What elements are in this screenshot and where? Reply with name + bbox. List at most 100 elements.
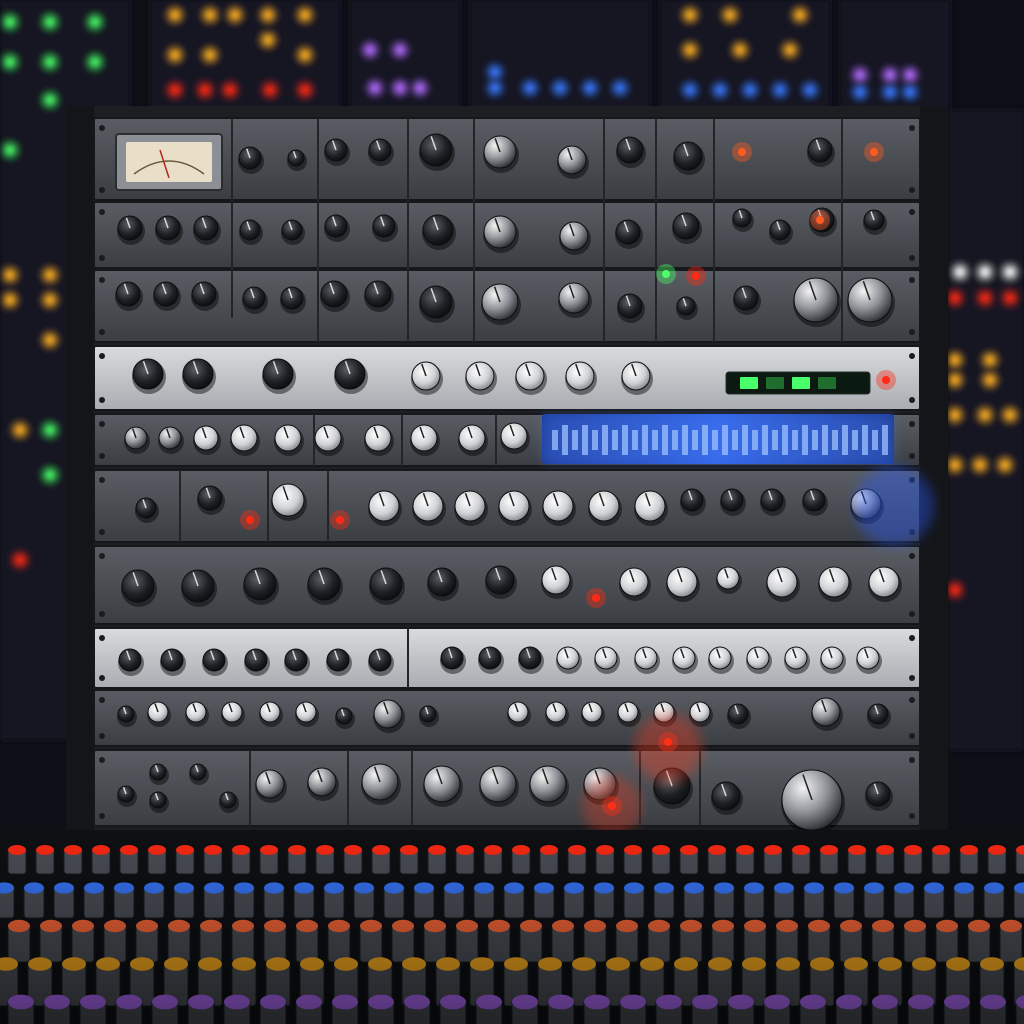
blue-display-bar bbox=[792, 430, 798, 450]
background-led-47 bbox=[906, 88, 914, 96]
background-led-70 bbox=[981, 411, 989, 419]
blue-display-bar bbox=[692, 430, 698, 450]
background-rack-7 bbox=[948, 110, 1024, 750]
background-led-53 bbox=[46, 296, 54, 304]
rack-screw bbox=[99, 697, 105, 703]
rack-module-5 bbox=[93, 469, 921, 543]
rack-module-8 bbox=[93, 689, 921, 747]
background-led-3 bbox=[6, 58, 14, 66]
background-led-74 bbox=[1001, 461, 1009, 469]
background-led-34 bbox=[686, 46, 694, 54]
rack-screw bbox=[909, 255, 915, 261]
rack-side-right bbox=[920, 106, 948, 834]
rack-screw bbox=[99, 277, 105, 283]
rack-screw bbox=[99, 675, 105, 681]
background-led-9 bbox=[264, 11, 272, 19]
rack-screw bbox=[99, 635, 105, 641]
studio-scene bbox=[0, 0, 1024, 1024]
vu-meter bbox=[115, 133, 223, 191]
blue-display-bar bbox=[582, 425, 588, 455]
rack-screw bbox=[909, 125, 915, 131]
rack-screw bbox=[99, 611, 105, 617]
blue-display-bar bbox=[702, 425, 708, 455]
background-led-48 bbox=[6, 146, 14, 154]
rack-screw bbox=[99, 125, 105, 131]
rack-screw bbox=[909, 757, 915, 763]
rack-screw bbox=[99, 255, 105, 261]
background-led-11 bbox=[171, 51, 179, 59]
rack-screw bbox=[909, 421, 915, 427]
background-led-21 bbox=[396, 46, 404, 54]
rack-screw bbox=[99, 453, 105, 459]
background-led-44 bbox=[906, 71, 914, 79]
rack-screw bbox=[909, 277, 915, 283]
rack-screw bbox=[99, 757, 105, 763]
background-led-28 bbox=[586, 84, 594, 92]
status-led-8 bbox=[816, 216, 824, 224]
blue-display-bar bbox=[552, 430, 558, 450]
blue-display-bar bbox=[642, 425, 648, 455]
background-led-50 bbox=[6, 271, 14, 279]
blue-display-bar bbox=[752, 430, 758, 450]
blue-display-bar bbox=[782, 425, 788, 455]
blue-display-bar bbox=[732, 430, 738, 450]
rack-screw bbox=[99, 553, 105, 559]
background-led-20 bbox=[366, 46, 374, 54]
blue-display-bar bbox=[602, 425, 608, 455]
background-led-5 bbox=[91, 58, 99, 66]
blue-display-bar bbox=[742, 425, 748, 455]
background-led-40 bbox=[776, 86, 784, 94]
status-led-0 bbox=[336, 516, 344, 524]
blue-display-bar bbox=[572, 430, 578, 450]
background-led-56 bbox=[46, 426, 54, 434]
rack-screw bbox=[909, 733, 915, 739]
background-led-10 bbox=[301, 11, 309, 19]
blue-display-bar bbox=[832, 430, 838, 450]
rack-module-2 bbox=[93, 269, 921, 343]
background-led-16 bbox=[201, 86, 209, 94]
rack-screw bbox=[99, 529, 105, 535]
blue-display-bar bbox=[862, 425, 868, 455]
rack-screw bbox=[909, 209, 915, 215]
status-led-6 bbox=[738, 148, 746, 156]
blue-display-bar bbox=[632, 430, 638, 450]
blue-display-bar bbox=[722, 425, 728, 455]
blue-display-bar bbox=[662, 425, 668, 455]
blue-tube-display bbox=[542, 414, 894, 464]
blue-display-bar bbox=[592, 430, 598, 450]
rack-screw bbox=[909, 397, 915, 403]
background-led-54 bbox=[46, 336, 54, 344]
blue-display-bar bbox=[842, 425, 848, 455]
status-led-4 bbox=[662, 270, 670, 278]
rack-modules bbox=[93, 117, 921, 835]
background-led-52 bbox=[6, 296, 14, 304]
blue-display-bar bbox=[882, 425, 888, 455]
blue-display-bar bbox=[772, 430, 778, 450]
background-led-63 bbox=[981, 294, 989, 302]
background-led-17 bbox=[226, 86, 234, 94]
foreground-vignette bbox=[0, 820, 1024, 1024]
background-led-58 bbox=[16, 556, 24, 564]
blue-display-bar bbox=[682, 425, 688, 455]
background-led-15 bbox=[171, 86, 179, 94]
rack-screw bbox=[99, 329, 105, 335]
blue-display-bar bbox=[822, 425, 828, 455]
rack-screw bbox=[99, 353, 105, 359]
background-led-71 bbox=[1006, 411, 1014, 419]
rack-screw bbox=[99, 813, 105, 819]
background-led-0 bbox=[6, 18, 14, 26]
rack-screw bbox=[909, 611, 915, 617]
background-led-43 bbox=[886, 71, 894, 79]
rack-screw bbox=[99, 397, 105, 403]
rack-screw bbox=[909, 813, 915, 819]
background-led-37 bbox=[686, 86, 694, 94]
rack-screw bbox=[909, 675, 915, 681]
rack-screw bbox=[909, 329, 915, 335]
background-led-29 bbox=[616, 84, 624, 92]
status-led-5 bbox=[882, 376, 890, 384]
rack-screw bbox=[99, 187, 105, 193]
background-led-7 bbox=[206, 11, 214, 19]
rack-screw bbox=[909, 353, 915, 359]
rack-screw bbox=[909, 187, 915, 193]
rack-screw bbox=[99, 421, 105, 427]
